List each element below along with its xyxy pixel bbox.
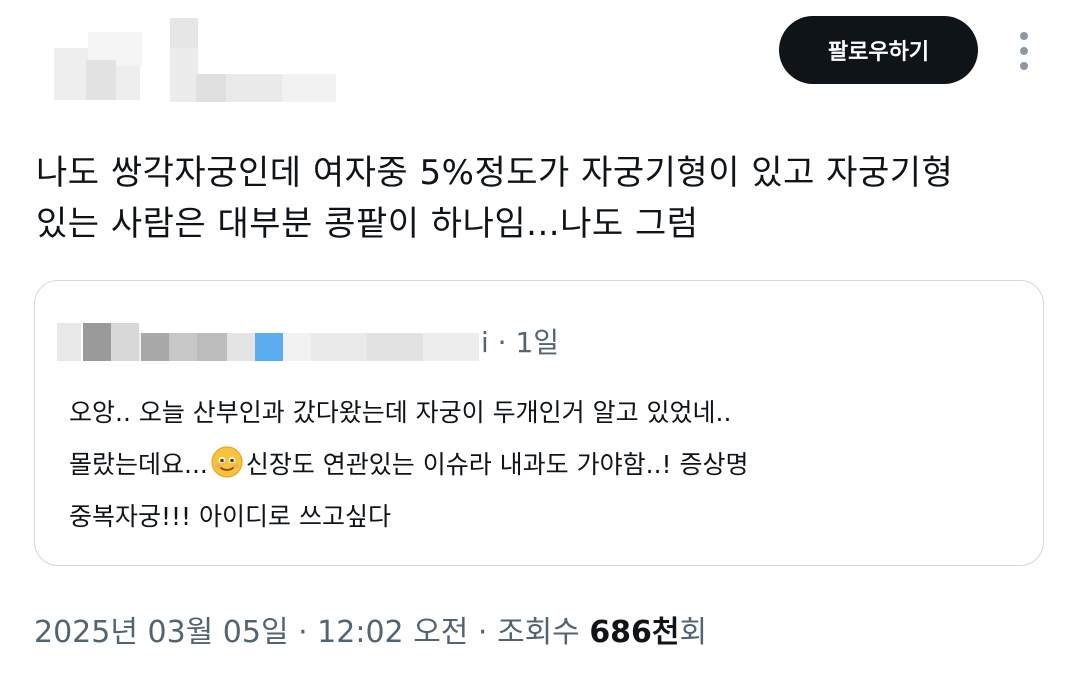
view-count-suffix: 회 xyxy=(679,615,708,650)
view-count: 686천 xyxy=(589,615,680,650)
quoted-tweet[interactable]: i · 1일 오앙.. 오늘 산부인과 갔다왔는데 자궁이 두개인거 알고 있었… xyxy=(34,280,1044,566)
timestamp[interactable]: 2025년 03월 05일 · 12:02 오전 · 조회수 xyxy=(34,615,589,650)
tweet-footer: 2025년 03월 05일 · 12:02 오전 · 조회수 686천회 xyxy=(34,607,707,651)
quote-line: 중복자궁!!! 아이디로 쓰고싶다 xyxy=(69,502,391,531)
quote-text: 오앙.. 오늘 산부인과 갔다왔는데 자궁이 두개인거 알고 있었네.. 몰랐는… xyxy=(69,387,1029,543)
tweet-line: 나도 쌍각자궁인데 여자중 5%정도가 자궁기형이 있고 자궁기형 xyxy=(36,153,954,193)
smiling-face-with-tear-icon xyxy=(210,445,244,479)
quote-line: 오앙.. 오늘 산부인과 갔다왔는데 자궁이 두개인거 알고 있었네.. xyxy=(69,398,732,427)
tweet-line: 있는 사람은 대부분 콩팥이 하나임...나도 그럼 xyxy=(36,204,699,244)
quote-timestamp: i · 1일 xyxy=(481,326,560,359)
follow-button[interactable]: 팔로우하기 xyxy=(779,16,978,84)
tweet-text: 나도 쌍각자궁인데 여자중 5%정도가 자궁기형이 있고 자궁기형 있는 사람은… xyxy=(36,148,1046,250)
more-vertical-icon[interactable] xyxy=(1012,32,1036,70)
quote-line: 몰랐는데요... 신장도 연관있는 이슈라 내과도 가야함..! 증상명 xyxy=(69,439,1029,491)
